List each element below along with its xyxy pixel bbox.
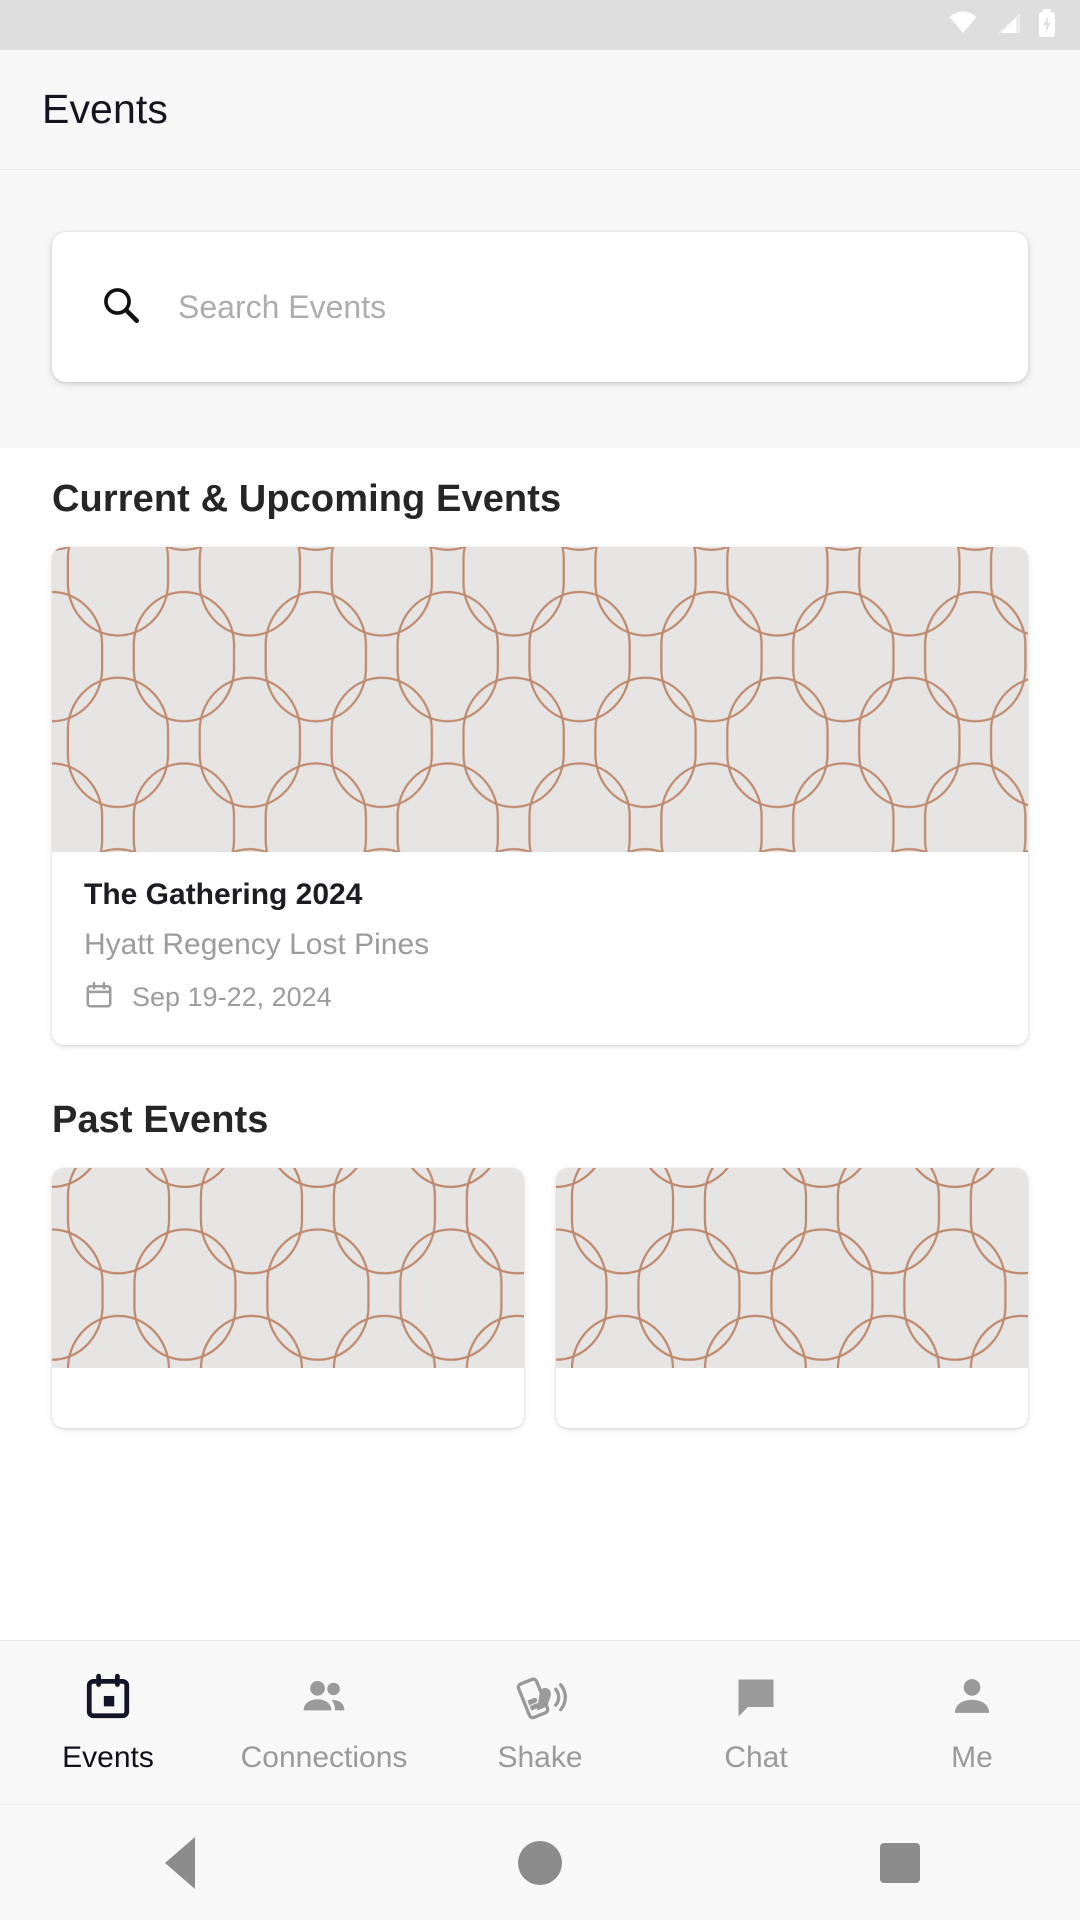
pattern-graphic [556, 1168, 1028, 1368]
event-venue: Hyatt Regency Lost Pines [84, 928, 430, 961]
calendar-icon [83, 1671, 133, 1723]
event-card-past-1[interactable] [52, 1168, 524, 1428]
battery-charging-icon [1038, 8, 1056, 42]
nav-tab-shake[interactable]: Shake [432, 1671, 648, 1775]
wifi-icon [948, 10, 978, 40]
event-card-body [52, 1368, 524, 1428]
back-triangle-icon [165, 1836, 195, 1889]
shake-hand-phone-icon [513, 1671, 567, 1723]
recents-square-icon [880, 1842, 920, 1883]
pattern-graphic [52, 1168, 524, 1368]
app-bar: Events [0, 50, 1080, 170]
nav-label: Shake [497, 1740, 583, 1774]
chat-bubble-icon [731, 1671, 781, 1723]
nav-tab-connections[interactable]: Connections [216, 1671, 432, 1775]
past-events-heading: Past Events [52, 1099, 269, 1141]
event-artwork [52, 547, 1028, 852]
nav-label: Chat [724, 1740, 788, 1774]
event-card-featured[interactable]: The Gathering 2024 Hyatt Regency Lost Pi… [52, 547, 1028, 1045]
current-events-section: Current & Upcoming Events The Gathering … [0, 478, 1080, 1045]
search-input[interactable]: Search Events [178, 289, 386, 326]
event-artwork [556, 1168, 1028, 1368]
past-events-section: Past Events [0, 1099, 1080, 1428]
calendar-icon [84, 980, 114, 1015]
event-title: The Gathering 2024 [84, 878, 363, 911]
event-card-body: The Gathering 2024 Hyatt Regency Lost Pi… [52, 852, 1028, 1045]
nav-tab-me[interactable]: Me [864, 1671, 1080, 1775]
recents-button[interactable] [720, 1842, 1080, 1883]
cell-signal-icon [994, 11, 1022, 40]
people-icon [298, 1671, 350, 1723]
nav-label: Events [62, 1740, 154, 1774]
event-date-row: Sep 19-22, 2024 [84, 980, 996, 1015]
event-artwork [52, 1168, 524, 1368]
event-card-past-2[interactable] [556, 1168, 1028, 1428]
status-bar [0, 0, 1080, 50]
back-button[interactable] [0, 1836, 360, 1889]
person-icon [947, 1671, 997, 1723]
nav-tab-chat[interactable]: Chat [648, 1671, 864, 1775]
app-root: Events Search Events Current & Upcoming … [0, 0, 1080, 1920]
current-events-heading: Current & Upcoming Events [52, 478, 562, 520]
pattern-graphic [52, 547, 1028, 852]
nav-label: Connections [240, 1740, 408, 1774]
event-card-body [556, 1368, 1028, 1428]
page-title: Events [42, 86, 168, 132]
system-navigation-bar [0, 1804, 1080, 1920]
bottom-navigation: Events Connections Shake Chat Me [0, 1640, 1080, 1804]
home-button[interactable] [360, 1840, 720, 1885]
search-icon [100, 284, 142, 331]
nav-label: Me [951, 1740, 993, 1774]
event-date: Sep 19-22, 2024 [132, 982, 332, 1012]
nav-tab-events[interactable]: Events [0, 1671, 216, 1775]
home-circle-icon [518, 1840, 562, 1885]
search-zone: Search Events [0, 170, 1080, 448]
past-events-grid [52, 1168, 1028, 1428]
search-bar[interactable]: Search Events [52, 232, 1028, 382]
